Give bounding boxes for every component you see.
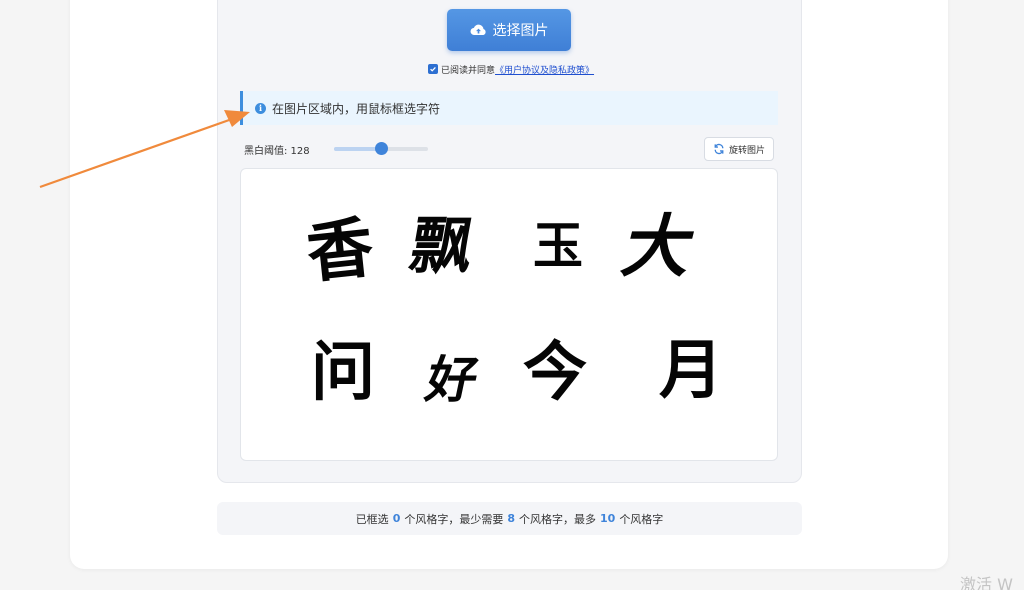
image-canvas[interactable]: 香 飘 玉 大 问 好 今 月 [240, 168, 778, 461]
status-text: 已框选 [355, 512, 389, 526]
calligraphy-char: 大 [615, 207, 703, 287]
tip-text: 在图片区域内，用鼠标框选字符 [272, 101, 441, 116]
rotate-image-button[interactable]: 旋转图片 [704, 137, 774, 161]
rotate-label: 旋转图片 [728, 145, 765, 156]
threshold-slider[interactable] [334, 142, 428, 155]
status-text: 个风格字 [619, 512, 664, 526]
select-image-label: 选择图片 [492, 23, 549, 39]
status-text: 个风格字，最少需要 [404, 512, 504, 526]
select-image-button[interactable]: 选择图片 [447, 9, 571, 51]
calligraphy-char: 问 [311, 335, 375, 410]
calligraphy-char: 好 [420, 350, 484, 409]
selection-tip: i 在图片区域内，用鼠标框选字符 [240, 91, 778, 125]
calligraphy-char: 今 [523, 335, 587, 410]
check-icon [430, 66, 436, 72]
agreement-link[interactable]: 《用户协议及隐私政策》 [495, 63, 594, 76]
threshold-label: 黑白阈值: 128 [244, 146, 310, 157]
agreement-checkbox[interactable] [428, 64, 438, 74]
info-icon: i [255, 102, 266, 114]
calligraphy-char: 玉 [533, 216, 583, 275]
slider-fill [334, 147, 382, 151]
activation-watermark: 激活 W [960, 575, 1013, 590]
rotate-icon [714, 143, 724, 155]
agreement-text: 已阅读并同意 [441, 65, 496, 76]
calligraphy-char: 飘 [404, 209, 480, 282]
selection-status: 已框选 0 个风格字，最少需要 8 个风格字，最多 10 个风格字 [217, 502, 802, 535]
calligraphy-char: 香 [303, 207, 377, 293]
max-count: 10 [600, 512, 616, 525]
cloud-upload-icon [470, 24, 486, 35]
selected-count: 0 [392, 512, 401, 525]
calligraphy-char: 月 [659, 333, 723, 408]
agreement-row: 已阅读并同意 《用户协议及隐私政策》 [428, 62, 594, 76]
min-count: 8 [507, 512, 515, 525]
status-text: 个风格字，最多 [519, 512, 596, 526]
